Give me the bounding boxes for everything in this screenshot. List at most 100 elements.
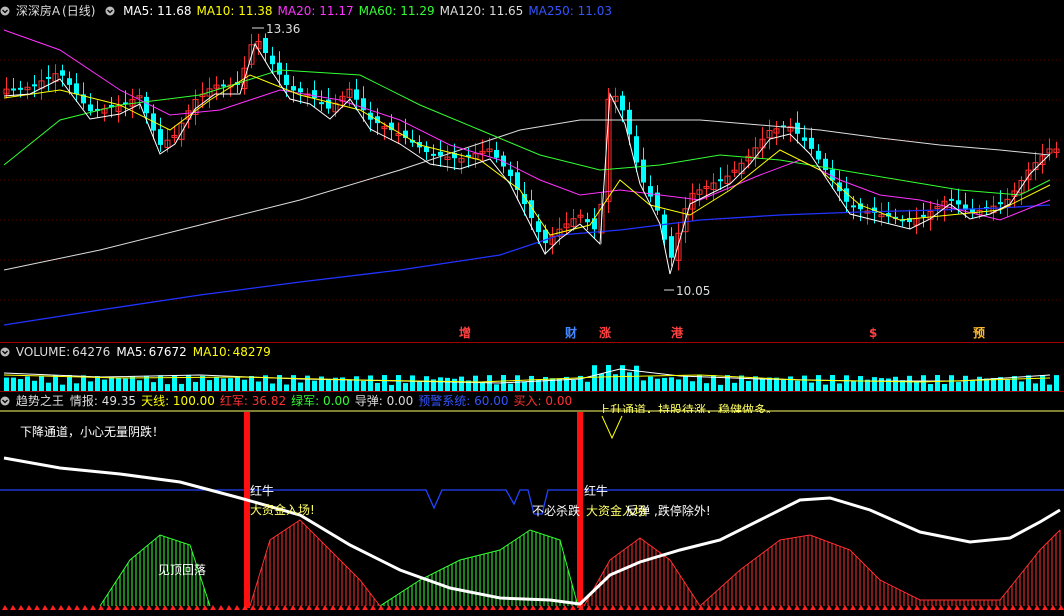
candle-body (277, 62, 282, 75)
volume-bar (697, 375, 702, 391)
bottom-marker (306, 605, 312, 610)
volume-bar (375, 382, 380, 391)
bottom-marker (18, 605, 24, 610)
collapse-icon[interactable] (0, 394, 14, 408)
bottom-marker (226, 605, 232, 610)
downtrend-note: 下降通道，小心无量阴跌！ (20, 425, 165, 439)
bottom-marker (994, 605, 1000, 610)
red-bull-label-1: 红牛 (250, 484, 275, 498)
candle-body (18, 87, 23, 90)
bottom-marker (754, 605, 760, 610)
event-marker-zhang[interactable]: 涨 (598, 326, 612, 340)
volume-bar (704, 383, 709, 391)
bottom-marker (474, 605, 480, 610)
volume-bar (459, 376, 464, 391)
bottom-marker (946, 605, 952, 610)
collapse-icon[interactable] (0, 4, 14, 18)
volume-bar (1040, 375, 1045, 391)
volume-chart[interactable] (0, 361, 1064, 391)
ma5-line (3, 42, 1051, 275)
bottom-marker (74, 605, 80, 610)
bottom-marker (962, 605, 968, 610)
red-bull-label-2: 红牛 (584, 484, 609, 498)
bottom-marker (10, 605, 16, 610)
volume-bar (32, 380, 37, 391)
bottom-marker (290, 605, 296, 610)
volume-bar (571, 379, 576, 391)
volume-bar (67, 375, 72, 391)
event-marker-dollar[interactable]: $ (868, 326, 878, 340)
bottom-marker (386, 605, 392, 610)
bottom-marker (850, 605, 856, 610)
candle-body (67, 78, 72, 85)
volume-bar (228, 378, 233, 391)
bottom-marker (538, 605, 544, 610)
event-marker-zeng[interactable]: 增 (458, 326, 472, 340)
bottom-marker (322, 605, 328, 610)
candle-body (718, 179, 723, 182)
candle-body (809, 137, 814, 149)
collapse-icon-2[interactable] (101, 4, 119, 18)
volume-ma5: 67672 (148, 345, 187, 359)
bottom-marker (834, 605, 840, 610)
bottom-marker (938, 605, 944, 610)
volume-bar (830, 375, 835, 391)
volume-bar (907, 375, 912, 391)
bottom-marker (970, 605, 976, 610)
bottom-marker (842, 605, 848, 610)
event-marker-gang[interactable]: 港 (670, 326, 684, 340)
volume-bar (1019, 381, 1024, 391)
bottom-marker (202, 605, 208, 610)
indicator-field: 红军: 36.82 (219, 394, 287, 408)
candle-body (634, 136, 639, 163)
bottom-marker (250, 605, 256, 610)
volume-bar (1054, 375, 1059, 391)
bottom-marker (546, 605, 552, 610)
bottom-marker (178, 605, 184, 610)
volume-bar (200, 375, 205, 391)
event-marker-cai[interactable]: 财 (564, 326, 578, 340)
bottom-marker (866, 605, 872, 610)
candlestick-chart[interactable] (0, 20, 1064, 342)
volume-bar (347, 379, 352, 391)
collapse-icon[interactable] (0, 345, 14, 359)
indicator-field: 导弹: 0.00 (354, 394, 414, 408)
bottom-marker (626, 605, 632, 610)
bottom-marker (194, 605, 200, 610)
bottom-marker (570, 605, 576, 610)
volume-bar (214, 376, 219, 391)
volume-bar (81, 375, 86, 391)
volume-bar (235, 377, 240, 391)
event-marker-yu[interactable]: 预 (972, 326, 986, 340)
bottom-marker (122, 605, 128, 610)
indicator-field: 买入: 0.00 (513, 394, 573, 408)
volume-bar (74, 383, 79, 391)
bottom-marker (666, 605, 672, 610)
bottom-marker (730, 605, 736, 610)
volume-bar (291, 375, 296, 391)
bottom-marker (498, 605, 504, 610)
bottom-marker (610, 605, 616, 610)
candle-body (74, 83, 79, 95)
volume-bar (193, 381, 198, 391)
bottom-marker (514, 605, 520, 610)
volume-bar (410, 375, 415, 391)
volume-bar (872, 377, 877, 391)
candle-body (956, 200, 961, 205)
bottom-marker (658, 605, 664, 610)
volume-bar (46, 382, 51, 391)
bottom-marker (738, 605, 744, 610)
candle-body (291, 86, 296, 91)
volume-bar (368, 375, 373, 391)
bottom-marker (1034, 605, 1040, 610)
volume-bar (683, 376, 688, 391)
indicator-field: 绿军: 0.00 (291, 394, 350, 408)
indicator-name: 趋势之王 (15, 394, 64, 408)
bottom-marker (770, 605, 776, 610)
volume-bar (480, 382, 485, 391)
volume-value: 64276 (72, 345, 111, 359)
volume-bar (326, 378, 331, 391)
volume-bar (249, 376, 254, 391)
volume-bar (914, 382, 919, 391)
bottom-marker (890, 605, 896, 610)
